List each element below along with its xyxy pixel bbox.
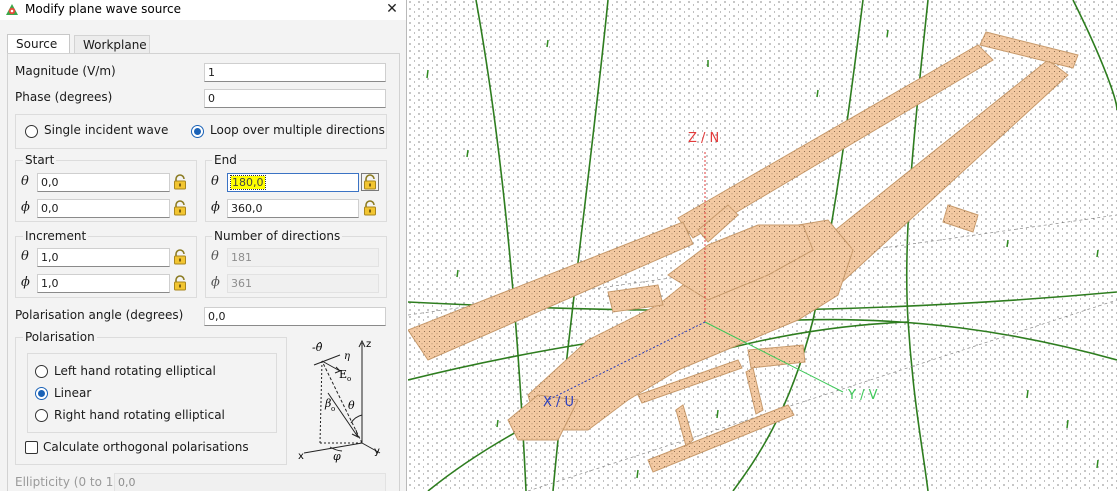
- start-theta-symbol: θ: [21, 174, 29, 189]
- 3d-scene: [408, 0, 1117, 491]
- start-phi-input[interactable]: 0,0: [37, 199, 170, 218]
- right-hand-radio[interactable]: [35, 409, 48, 422]
- increment-phi-input[interactable]: 1,0: [37, 274, 170, 293]
- increment-phi-symbol: ϕ: [21, 275, 30, 290]
- diagram-beta-sub: o: [331, 405, 335, 413]
- end-phi-input[interactable]: 360,0: [227, 199, 359, 218]
- plane-wave-dialog: Modify plane wave source ✕ Source Workpl…: [0, 0, 407, 491]
- magnitude-input[interactable]: 1: [204, 63, 386, 82]
- end-theta-lock-icon[interactable]: [361, 173, 379, 191]
- loop-directions-radio[interactable]: [191, 125, 204, 138]
- increment-theta-symbol: θ: [21, 249, 29, 264]
- start-phi-lock-icon[interactable]: [172, 200, 188, 216]
- polarisation-title: Polarisation: [23, 330, 97, 344]
- increment-title: Increment: [23, 229, 89, 243]
- start-phi-symbol: ϕ: [21, 200, 30, 215]
- polarisation-diagram: -θ̂ η E o β o θ φ x y z: [298, 339, 381, 463]
- start-title: Start: [23, 153, 57, 167]
- 3d-viewport[interactable]: Z / N X / U Y / V: [408, 0, 1117, 491]
- end-phi-lock-icon[interactable]: [362, 200, 378, 216]
- phase-input[interactable]: 0: [204, 89, 386, 108]
- directions-title: Number of directions: [212, 229, 343, 243]
- orthogonal-label: Calculate orthogonal polarisations: [43, 440, 249, 454]
- end-phi-symbol: ϕ: [211, 200, 220, 215]
- close-button[interactable]: ✕: [377, 0, 406, 20]
- increment-theta-lock-icon[interactable]: [172, 249, 188, 265]
- diagram-z: z: [366, 339, 371, 350]
- y-axis-label: Y / V: [848, 388, 878, 403]
- increment-phi-lock-icon[interactable]: [172, 275, 188, 291]
- directions-theta-value: 181: [227, 248, 379, 267]
- end-theta-symbol: θ: [211, 174, 219, 189]
- directions-theta-symbol: θ: [211, 249, 219, 264]
- diagram-neg-theta: -θ̂: [312, 341, 323, 354]
- end-title: End: [212, 153, 239, 167]
- increment-theta-input[interactable]: 1,0: [37, 248, 170, 267]
- polarisation-angle-label: Polarisation angle (degrees): [15, 308, 184, 322]
- end-theta-value: 180,0: [230, 175, 266, 190]
- ellipticity-input: 0,0: [114, 473, 386, 491]
- single-incident-label: Single incident wave: [44, 123, 169, 137]
- left-hand-radio[interactable]: [35, 365, 48, 378]
- ellipticity-label: Ellipticity (0 to 1): [15, 475, 119, 489]
- left-hand-label: Left hand rotating elliptical: [54, 364, 216, 378]
- linear-label: Linear: [54, 386, 92, 400]
- right-hand-label: Right hand rotating elliptical: [54, 408, 225, 422]
- x-axis-label: X / U: [543, 395, 575, 410]
- title-bar: Modify plane wave source ✕: [0, 0, 406, 20]
- tab-source[interactable]: Source: [7, 34, 70, 54]
- magnitude-label: Magnitude (V/m): [15, 64, 116, 78]
- end-theta-input[interactable]: 180,0: [227, 173, 359, 192]
- tab-workplane[interactable]: Workplane: [74, 35, 150, 54]
- diagram-e0: E: [339, 368, 347, 381]
- app-icon: [6, 4, 18, 15]
- directions-phi-value: 361: [227, 274, 379, 293]
- orthogonal-checkbox[interactable]: [25, 441, 38, 454]
- linear-radio[interactable]: [35, 387, 48, 400]
- diagram-eta: η: [344, 351, 350, 362]
- single-incident-radio[interactable]: [25, 125, 38, 138]
- diagram-y: y: [374, 446, 380, 457]
- start-theta-lock-icon[interactable]: [172, 174, 188, 190]
- diagram-x: x: [298, 451, 304, 462]
- loop-directions-label: Loop over multiple directions: [210, 123, 385, 137]
- diagram-theta: θ: [348, 399, 355, 412]
- diagram-phi: φ: [333, 450, 341, 463]
- window-title: Modify plane wave source: [25, 2, 181, 16]
- polarisation-angle-input[interactable]: 0,0: [204, 307, 386, 326]
- start-theta-input[interactable]: 0,0: [37, 173, 170, 192]
- z-axis-label: Z / N: [688, 131, 720, 146]
- directions-phi-symbol: ϕ: [211, 275, 220, 290]
- phase-label: Phase (degrees): [15, 90, 113, 104]
- diagram-e0-sub: o: [347, 375, 351, 383]
